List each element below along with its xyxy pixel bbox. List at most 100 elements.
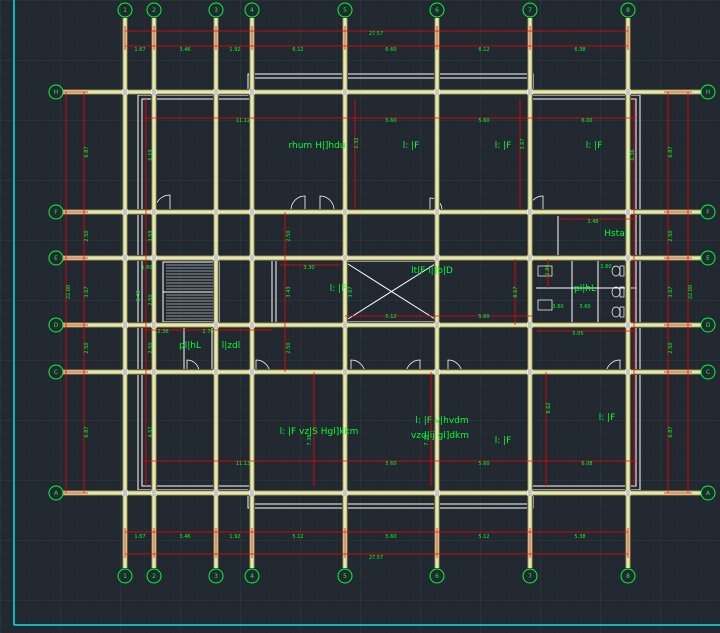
column <box>151 369 157 375</box>
column <box>342 89 348 95</box>
dim-inner: 3.48 <box>587 219 598 225</box>
dim-bottom-span: 3.46 <box>179 534 190 540</box>
dim-left-span: 2.50 <box>84 342 90 353</box>
column <box>122 209 128 215</box>
dim-inner: 1.60 <box>141 265 152 271</box>
dim-inner-v: 2.50 <box>286 342 292 353</box>
grid-number-label: 7 <box>528 7 532 14</box>
grid-letter-label: E <box>54 255 58 262</box>
column <box>527 89 533 95</box>
grid-letter-label: F <box>54 209 58 216</box>
room-label: l: |F vz|S Hgl]kkm <box>280 427 359 437</box>
dim-bottom-span: 5.38 <box>574 534 585 540</box>
column <box>625 255 631 261</box>
column <box>527 490 533 496</box>
dim-inner-v: 2.50 <box>148 294 154 305</box>
dim-top-span: 6.12 <box>478 47 489 53</box>
column <box>213 369 219 375</box>
column <box>122 369 128 375</box>
grid-number-label: 7 <box>528 573 532 580</box>
dim-bottom-span: 5.12 <box>292 534 303 540</box>
dim-left-total: 22.00 <box>66 285 72 299</box>
column <box>342 490 348 496</box>
dim-inner: 2.36 <box>157 329 168 335</box>
grid-number-label: 4 <box>250 7 254 14</box>
grid-number-label: 2 <box>152 573 156 580</box>
grid-number-label: 3 <box>214 7 218 14</box>
column <box>151 490 157 496</box>
dim-inner-v: 8.67 <box>513 286 519 297</box>
column <box>625 322 631 328</box>
dim-inner-v: 3.67 <box>348 286 354 297</box>
room-label: l: |F <box>495 436 512 446</box>
dim-top-total: 27.57 <box>369 31 383 37</box>
column <box>527 209 533 215</box>
dim-left-span: 3.67 <box>84 286 90 297</box>
grid-letter-label: C <box>54 369 58 376</box>
dim-inner: 5.05 <box>572 331 583 337</box>
dim-right-span: 3.67 <box>668 286 674 297</box>
grid-letter-label: H <box>54 89 59 96</box>
column <box>122 255 128 261</box>
column <box>527 369 533 375</box>
room-label: vzd|ij gl]dkm <box>411 431 469 441</box>
column <box>434 369 440 375</box>
column <box>342 369 348 375</box>
column <box>213 209 219 215</box>
column <box>625 209 631 215</box>
dim-inner: 6.00 <box>581 118 592 124</box>
dim-inner-v: 2.50 <box>286 230 292 241</box>
dim-right-span: 6.87 <box>668 426 674 437</box>
dim-left-span: 2.50 <box>84 230 90 241</box>
room-label: pl|hL <box>574 284 596 294</box>
dim-bottom-span: 1.92 <box>229 534 240 540</box>
cad-floor-plan-canvas[interactable]: 27.57 1.67 3.46 1.92 6.12 6.60 6.12 6.38… <box>0 0 720 633</box>
column <box>527 255 533 261</box>
grid-number-label: 1 <box>123 7 127 14</box>
column <box>434 255 440 261</box>
grid-number-label: 5 <box>343 573 347 580</box>
room-label: l: |F <box>599 413 616 423</box>
grid-letter-label: E <box>706 255 710 262</box>
dim-inner: 5.60 <box>478 118 489 124</box>
room-label: l: |F v|hvdm <box>415 416 468 426</box>
grid-letter-label: F <box>706 209 710 216</box>
column <box>249 322 255 328</box>
room-label: pl|hL <box>179 341 201 351</box>
dim-right-total: 22.00 <box>688 285 694 299</box>
column <box>151 209 157 215</box>
dim-inner: 5.12 <box>385 314 396 320</box>
dim-right-span: 2.50 <box>668 230 674 241</box>
dim-left-inner: 6.19 <box>148 149 154 160</box>
column <box>249 490 255 496</box>
column <box>151 255 157 261</box>
column <box>249 89 255 95</box>
column <box>434 322 440 328</box>
dim-bottom-span: 1.67 <box>134 534 145 540</box>
column <box>625 490 631 496</box>
dim-bottom-total: 27.57 <box>369 555 383 561</box>
dim-inner: 1.60 <box>600 264 611 270</box>
column <box>434 209 440 215</box>
grid-number-label: 8 <box>626 7 630 14</box>
dim-inner: 3.30 <box>303 265 314 271</box>
dim-inner-v: 2.32 <box>354 137 360 148</box>
column <box>122 490 128 496</box>
room-label: lt|F l|]b|D <box>411 266 453 276</box>
column <box>213 255 219 261</box>
column <box>213 490 219 496</box>
dim-top-span: 1.92 <box>229 47 240 53</box>
dim-inner: 3.60 <box>552 304 563 310</box>
column <box>249 209 255 215</box>
dim-left-span: 6.87 <box>84 426 90 437</box>
dim-top-span: 6.38 <box>574 47 585 53</box>
dim-inner-v: 8.62 <box>546 402 552 413</box>
grid-number-label: 5 <box>343 7 347 14</box>
column <box>434 89 440 95</box>
grid-number-label: 2 <box>152 7 156 14</box>
grid-number-label: 4 <box>250 573 254 580</box>
dim-inner: 5.60 <box>478 461 489 467</box>
column <box>122 89 128 95</box>
room-label: l: |F <box>586 141 603 151</box>
dim-inner-v: 3.67 <box>520 138 526 149</box>
